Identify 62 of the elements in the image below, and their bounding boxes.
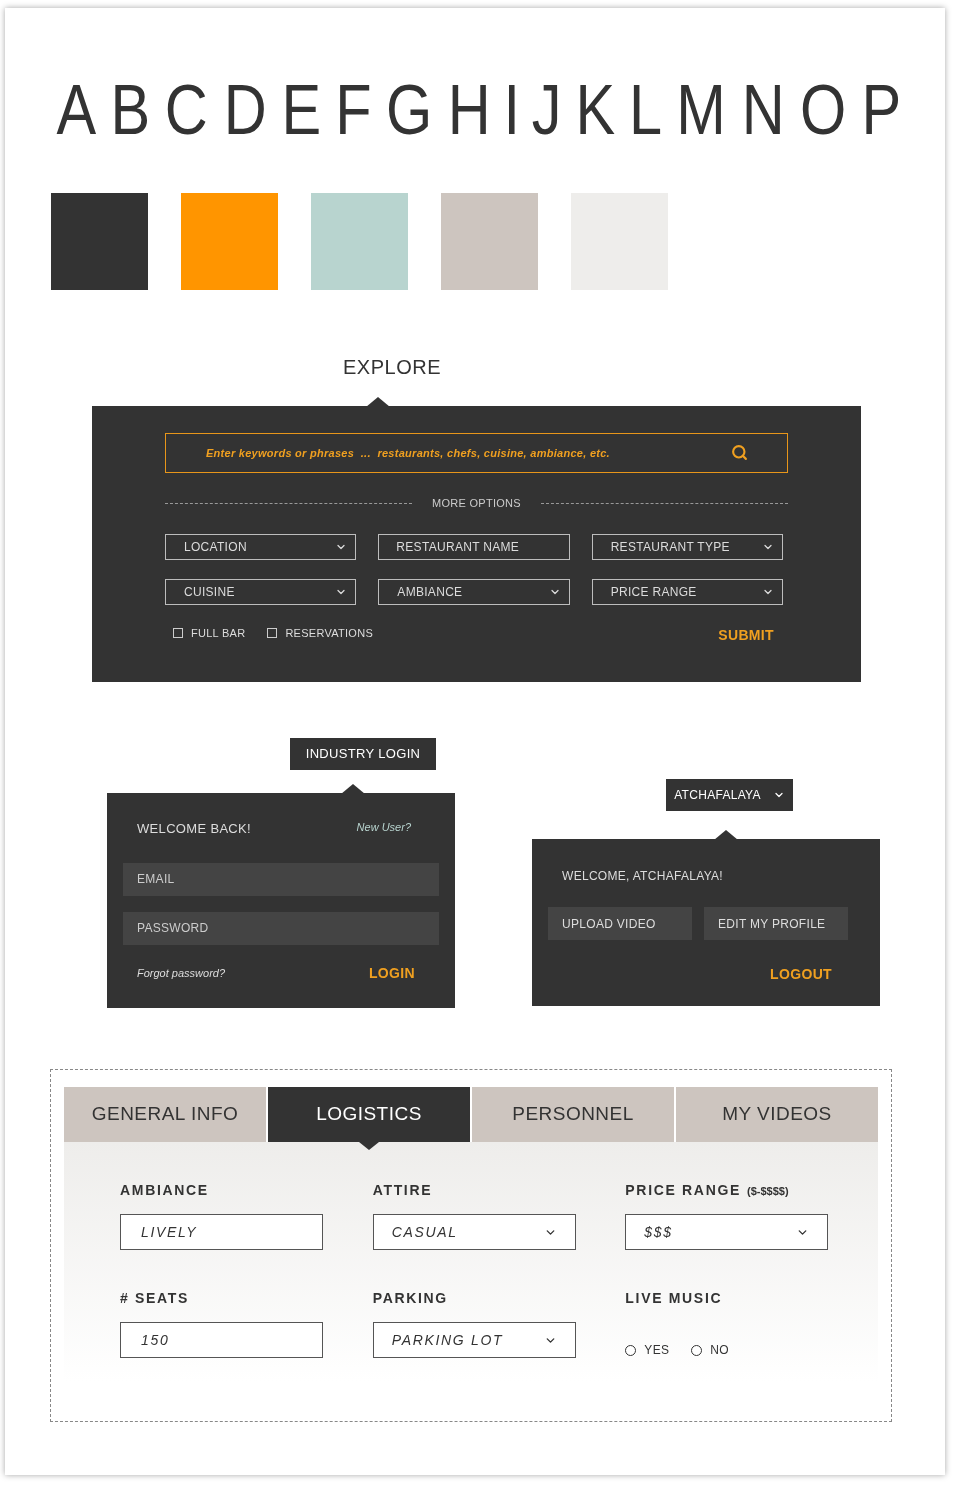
radio-button[interactable] [691, 1344, 703, 1356]
alphabet-letter: M [676, 70, 727, 150]
select-dropdown[interactable]: $$$ [625, 1214, 829, 1250]
account-action-button[interactable]: UPLOAD VIDEO [548, 907, 692, 940]
filter-dropdown[interactable]: CUISINE [165, 578, 357, 605]
alphabet-letter: I [503, 70, 521, 150]
radio-label: NO [710, 1342, 729, 1359]
field-label: AMBIANCE [120, 1181, 209, 1200]
alphabet-letter: F [335, 70, 372, 150]
alphabet-letter: H [447, 70, 491, 150]
checkbox-label: FULL BAR [191, 626, 246, 641]
field-label: # SEATS [120, 1289, 190, 1308]
new-user-link[interactable]: New User? [356, 819, 411, 839]
radio-button[interactable] [625, 1344, 637, 1356]
alphabet-letter: C [165, 70, 209, 150]
field-label: ATTIRE [372, 1181, 433, 1200]
filter-dropdown[interactable]: AMBIANCE [378, 578, 570, 605]
text-field[interactable]: LIVELY [120, 1214, 323, 1250]
login-field[interactable]: EMAIL [123, 862, 439, 896]
profile-tab[interactable]: MY VIDEOS [676, 1087, 878, 1142]
field-hint: ($-$$$$) [747, 1184, 789, 1199]
divider-label: MORE OPTIONS [432, 496, 521, 511]
alphabet-letter: J [531, 70, 562, 150]
alphabet-letter: B [110, 70, 151, 150]
text-field[interactable]: RESTAURANT NAME [378, 533, 570, 560]
login-field[interactable]: PASSWORD [123, 911, 439, 945]
alphabet-letter: L [628, 70, 662, 150]
alphabet-letter: O [800, 70, 847, 150]
alphabet-letter: P [861, 70, 902, 150]
select-dropdown[interactable]: CASUAL [372, 1214, 576, 1250]
checkbox[interactable] [267, 628, 278, 639]
filter-dropdown[interactable]: PRICE RANGE [591, 578, 783, 605]
checkbox-label: RESERVATIONS [285, 626, 374, 641]
search-icon[interactable] [731, 444, 748, 461]
login-title: INDUSTRY LOGIN [290, 738, 436, 770]
field-label: PRICE RANGE [625, 1181, 742, 1200]
login-button[interactable]: LOGIN [368, 962, 415, 984]
field-label: PARKING [372, 1289, 448, 1308]
profile-tab[interactable]: PERSONNEL [472, 1087, 674, 1142]
field-label: LIVE MUSIC [625, 1289, 723, 1308]
radio-label: YES [644, 1342, 670, 1359]
filter-dropdown[interactable]: LOCATION [165, 533, 357, 560]
logout-button[interactable]: LOGOUT [770, 964, 832, 985]
welcome-heading: WELCOME BACK! [137, 820, 252, 838]
welcome-heading: WELCOME, ATCHAFALAYA! [561, 868, 724, 885]
checkbox[interactable] [173, 628, 183, 639]
forgot-password-link[interactable]: Forgot password? [137, 964, 226, 982]
section-title: EXPLORE [343, 356, 441, 378]
submit-button[interactable]: SUBMIT [718, 624, 774, 646]
alphabet-letter: A [56, 70, 97, 150]
alphabet-letter: G [386, 70, 433, 150]
alphabet-letter: E [281, 70, 321, 150]
select-dropdown[interactable]: PARKING LOT [372, 1322, 576, 1358]
account-menu-button[interactable]: ATCHAFALAYA [666, 779, 793, 811]
search-field[interactable]: Enter keywords or phrases ... restaurants, chefs, cuisine, ambiance, etc. [165, 433, 788, 473]
filter-dropdown[interactable]: RESTAURANT TYPE [591, 533, 783, 560]
alphabet-letter: N [741, 70, 785, 150]
account-action-button[interactable]: EDIT MY PROFILE [704, 907, 848, 940]
text-field[interactable]: 150 [120, 1322, 323, 1358]
alphabet-letter: K [575, 70, 615, 150]
profile-tab[interactable]: GENERAL INFO [64, 1087, 266, 1142]
alphabet-letter: D [223, 70, 267, 150]
